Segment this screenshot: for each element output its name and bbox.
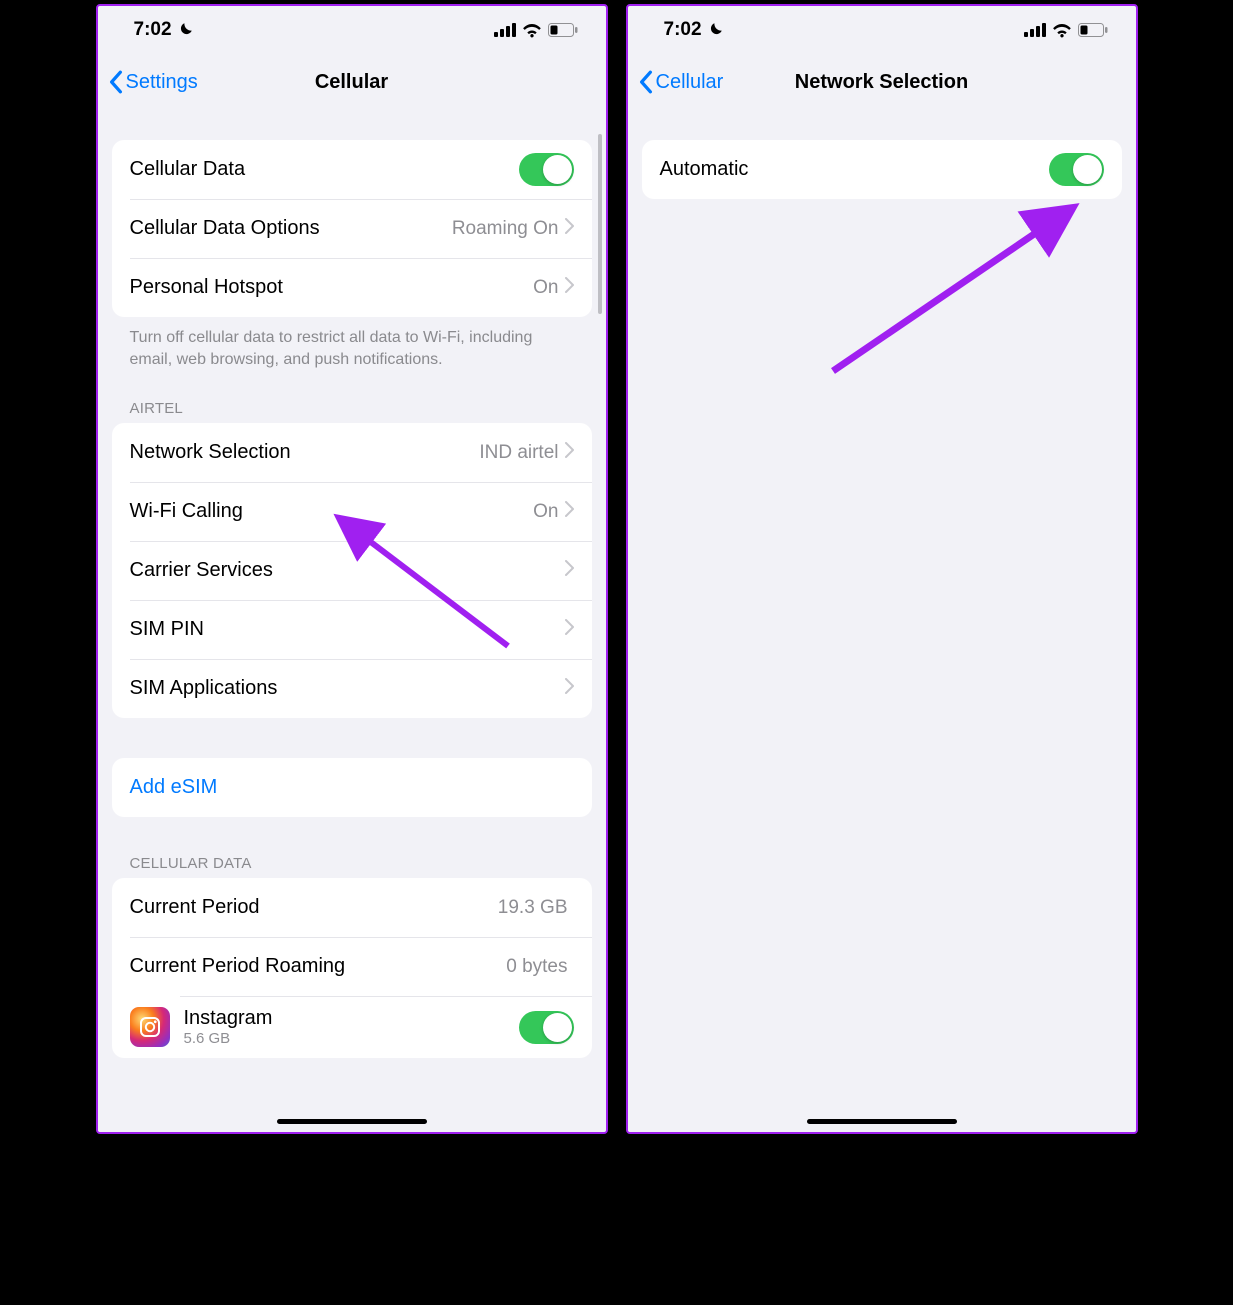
app-meta: Instagram 5.6 GB [184,1007,519,1047]
cellular-options-value: Roaming On [452,218,559,240]
current-period-row[interactable]: Current Period 19.3 GB [112,878,592,937]
nav-bar: Settings Cellular [98,54,606,110]
chevron-right-icon [565,559,574,582]
content: Cellular Data Cellular Data Options Roam… [98,140,606,1058]
section-carrier-header: AIRTEL [112,370,592,421]
phone-cellular: 7:02 Settings Cellular Cell [96,4,608,1134]
dnd-icon [176,21,194,39]
network-selection-label: Network Selection [130,441,480,464]
app-instagram-row[interactable]: Instagram 5.6 GB [112,996,592,1058]
status-right [1024,23,1108,38]
nav-bar: Cellular Network Selection [628,54,1136,110]
sim-apps-row[interactable]: SIM Applications [112,659,592,718]
chevron-right-icon [565,217,574,240]
status-time: 7:02 [664,19,702,41]
group-esim: Add eSIM [112,758,592,817]
cellular-data-toggle[interactable] [519,153,574,186]
group-data: Current Period 19.3 GB Current Period Ro… [112,878,592,1058]
cellular-options-row[interactable]: Cellular Data Options Roaming On [112,199,592,258]
group-automatic: Automatic [642,140,1122,199]
app-name: Instagram [184,1007,519,1030]
annotation-arrow [818,186,1098,386]
scroll-indicator[interactable] [598,134,602,314]
status-bar: 7:02 [628,6,1136,54]
cellular-data-label: Cellular Data [130,158,519,181]
current-period-label: Current Period [130,896,498,919]
chevron-right-icon [565,677,574,700]
group-cellular: Cellular Data Cellular Data Options Roam… [112,140,592,317]
status-left: 7:02 [664,19,724,41]
app-size: 5.6 GB [184,1030,519,1047]
carrier-services-label: Carrier Services [130,559,565,582]
wifi-icon [522,23,542,38]
chevron-left-icon [638,70,654,94]
group-carrier: Network Selection IND airtel Wi-Fi Calli… [112,423,592,718]
back-button[interactable]: Cellular [628,70,724,94]
current-period-roaming-value: 0 bytes [506,956,567,978]
wifi-icon [1052,23,1072,38]
status-left: 7:02 [134,19,194,41]
section-data-header: CELLULAR DATA [112,817,592,876]
sim-apps-label: SIM Applications [130,677,565,700]
chevron-right-icon [565,441,574,464]
status-right [494,23,578,38]
add-esim-row[interactable]: Add eSIM [112,758,592,817]
chevron-left-icon [108,70,124,94]
network-selection-row[interactable]: Network Selection IND airtel [112,423,592,482]
signal-icon [494,23,516,37]
carrier-services-row[interactable]: Carrier Services [112,541,592,600]
hotspot-row[interactable]: Personal Hotspot On [112,258,592,317]
group-cellular-footer: Turn off cellular data to restrict all d… [112,317,592,370]
add-esim-label: Add eSIM [130,776,574,799]
chevron-right-icon [565,276,574,299]
automatic-toggle[interactable] [1049,153,1104,186]
automatic-label: Automatic [660,158,1049,181]
back-label: Cellular [656,71,724,94]
current-period-roaming-label: Current Period Roaming [130,955,507,978]
battery-icon [1078,23,1108,37]
app-instagram-toggle[interactable] [519,1011,574,1044]
hotspot-label: Personal Hotspot [130,276,534,299]
dnd-icon [706,21,724,39]
hotspot-value: On [533,277,558,299]
sim-pin-row[interactable]: SIM PIN [112,600,592,659]
back-button[interactable]: Settings [98,70,198,94]
current-period-roaming-row[interactable]: Current Period Roaming 0 bytes [112,937,592,996]
sim-pin-label: SIM PIN [130,618,565,641]
home-indicator[interactable] [277,1119,427,1124]
network-selection-value: IND airtel [479,442,558,464]
cellular-options-label: Cellular Data Options [130,217,452,240]
automatic-row[interactable]: Automatic [642,140,1122,199]
chevron-right-icon [565,500,574,523]
wifi-calling-value: On [533,501,558,523]
instagram-icon [130,1007,170,1047]
phone-network-selection: 7:02 Cellular Network Selection [626,4,1138,1134]
current-period-value: 19.3 GB [498,897,568,919]
wifi-calling-label: Wi-Fi Calling [130,500,534,523]
signal-icon [1024,23,1046,37]
home-indicator[interactable] [807,1119,957,1124]
status-time: 7:02 [134,19,172,41]
cellular-data-row[interactable]: Cellular Data [112,140,592,199]
chevron-right-icon [565,618,574,641]
wifi-calling-row[interactable]: Wi-Fi Calling On [112,482,592,541]
back-label: Settings [126,71,198,94]
status-bar: 7:02 [98,6,606,54]
content: Automatic [628,140,1136,199]
battery-icon [548,23,578,37]
